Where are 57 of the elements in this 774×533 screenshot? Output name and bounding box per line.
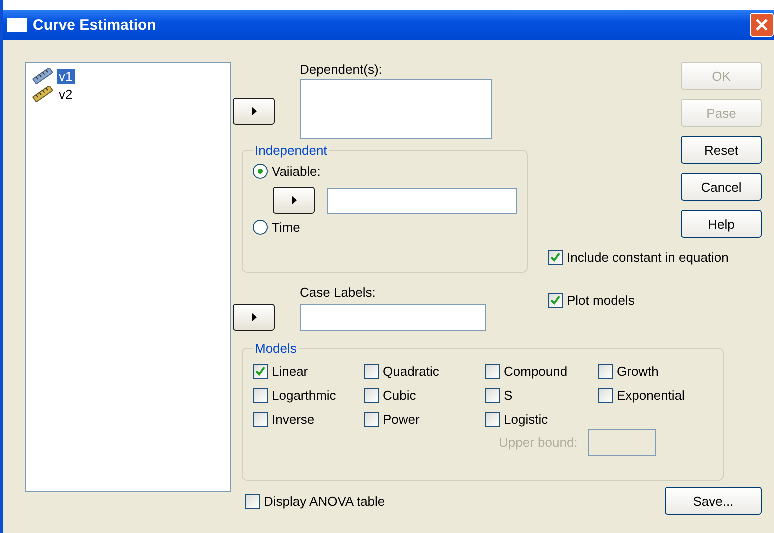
close-icon xyxy=(756,19,768,31)
right-triangle-icon xyxy=(252,313,256,322)
checkbox-box[interactable] xyxy=(548,293,563,308)
radio-button[interactable]: Vaiiable: xyxy=(253,164,517,179)
close-button[interactable] xyxy=(750,13,774,37)
case-labels-field[interactable] xyxy=(300,304,486,331)
checkbox-box[interactable] xyxy=(598,388,613,403)
checkbox[interactable]: S xyxy=(485,388,598,403)
checkbox[interactable]: Logarthmic xyxy=(253,388,364,403)
case-labels-label: Case Labels: xyxy=(300,285,377,300)
radio-button[interactable]: Time xyxy=(253,220,517,235)
dialog-button[interactable]: Reset xyxy=(681,136,762,164)
checkbox[interactable]: Plot models xyxy=(548,293,762,308)
move-arrow-button[interactable] xyxy=(273,187,315,214)
checkbox-box[interactable] xyxy=(253,364,268,379)
save-button[interactable]: Save... xyxy=(665,487,762,515)
checkbox[interactable]: Cubic xyxy=(364,388,485,403)
checkbox[interactable]: Linear xyxy=(253,364,364,379)
window-icon xyxy=(7,18,27,32)
upper-bound-label: Upper bound: xyxy=(499,435,578,450)
variable-item[interactable]: v2 xyxy=(32,85,224,103)
dependent-field[interactable] xyxy=(300,79,492,139)
checkbox[interactable]: Include constant in equation xyxy=(548,250,762,265)
right-triangle-icon xyxy=(292,196,296,205)
checkbox[interactable]: Growth xyxy=(598,364,708,379)
checkbox-box[interactable] xyxy=(485,388,500,403)
checkbox-box[interactable] xyxy=(253,412,268,427)
checkbox[interactable]: Quadratic xyxy=(364,364,485,379)
independent-field[interactable] xyxy=(327,188,517,214)
checkbox-box[interactable] xyxy=(364,388,379,403)
dialog-button[interactable]: Help xyxy=(681,210,762,238)
move-arrow-button[interactable] xyxy=(233,304,275,331)
right-triangle-icon xyxy=(252,107,256,116)
checkbox-box[interactable] xyxy=(485,412,500,427)
checkbox-box[interactable] xyxy=(548,250,563,265)
variable-list[interactable]: v1 v2 xyxy=(25,62,231,492)
checkbox[interactable]: Compound xyxy=(485,364,598,379)
group-title: Models xyxy=(254,341,298,356)
checkbox-box[interactable] xyxy=(253,388,268,403)
checkbox-box[interactable] xyxy=(364,412,379,427)
checkbox[interactable]: Display ANOVA table xyxy=(245,494,386,508)
window-title: Curve Estimation xyxy=(33,16,158,34)
checkbox-box[interactable] xyxy=(598,364,613,379)
move-arrow-button[interactable] xyxy=(233,98,275,125)
dependent-label: Dependent(s): xyxy=(300,62,384,77)
dialog-button[interactable]: Cancel xyxy=(681,173,762,201)
checkbox[interactable]: Power xyxy=(364,412,485,427)
checkbox[interactable]: Exponential xyxy=(598,388,708,403)
radio-circle[interactable] xyxy=(253,164,268,179)
checkbox-box[interactable] xyxy=(364,364,379,379)
group-title: Independent xyxy=(254,143,328,158)
checkbox[interactable]: Logistic xyxy=(485,412,598,427)
checkbox[interactable]: Inverse xyxy=(253,412,364,427)
checkbox-box[interactable] xyxy=(245,494,260,508)
radio-circle[interactable] xyxy=(253,220,268,235)
checkbox-box[interactable] xyxy=(485,364,500,379)
variable-item[interactable]: v1 xyxy=(32,67,224,85)
